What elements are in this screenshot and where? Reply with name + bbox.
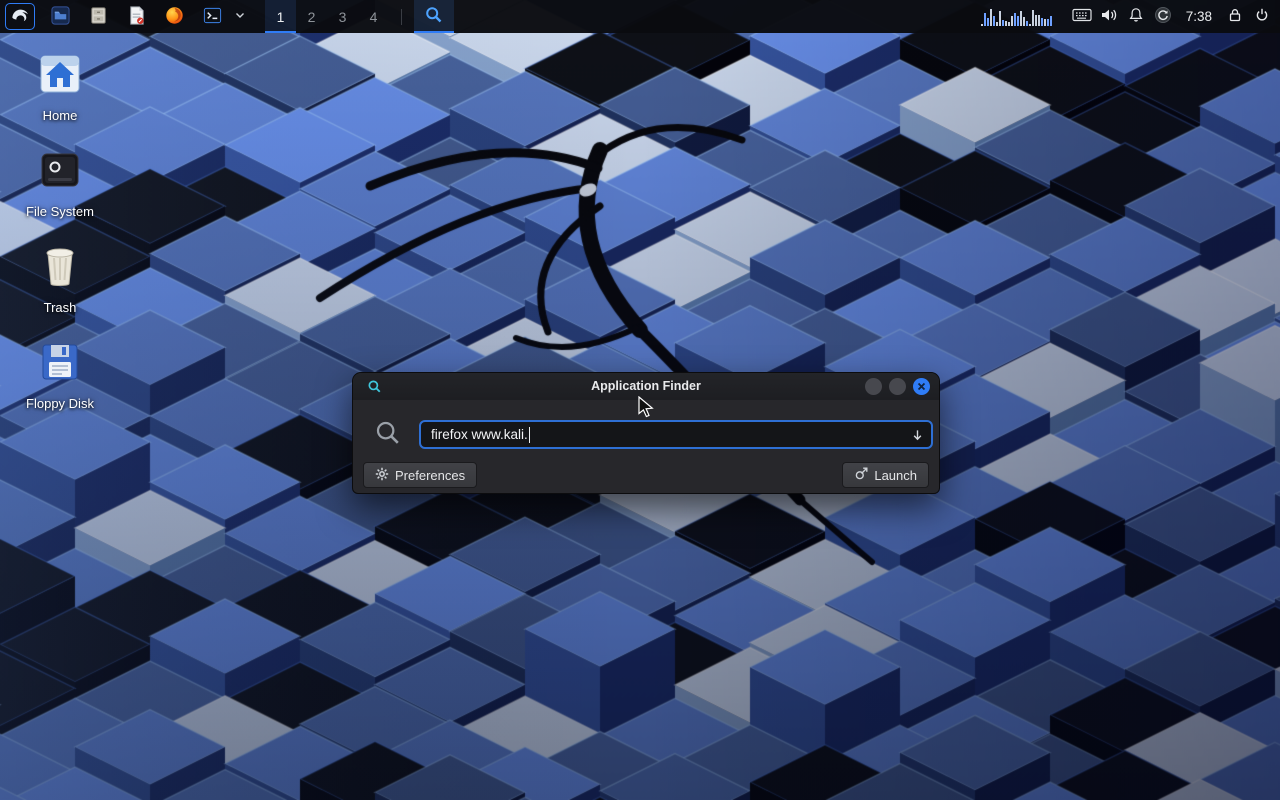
minimize-button[interactable] — [865, 378, 882, 395]
window-title: Application Finder — [353, 373, 939, 400]
desktop-icon-floppy-disk[interactable]: Floppy Disk — [12, 338, 108, 411]
gear-icon — [375, 467, 389, 484]
desktop-icon-label: Floppy Disk — [26, 396, 94, 411]
panel-separator — [401, 9, 402, 25]
keyboard-layout-button[interactable] — [1072, 0, 1092, 33]
task-button-application-finder[interactable] — [414, 0, 454, 33]
desktop-icon-trash[interactable]: Trash — [12, 242, 108, 315]
workspace-2-button[interactable]: 2 — [296, 0, 327, 33]
applications-menu-button[interactable] — [5, 3, 35, 30]
refresh-circle-icon — [1154, 6, 1172, 27]
document-icon — [126, 5, 147, 29]
workspace-1-button[interactable]: 1 — [265, 0, 296, 33]
panel-right: 7:38 — [981, 0, 1280, 33]
maximize-button[interactable] — [889, 378, 906, 395]
search-input[interactable]: firefox www.kali. — [419, 420, 933, 449]
floppy-disk-icon — [36, 338, 84, 391]
titlebar[interactable]: Application Finder — [353, 373, 939, 400]
preferences-label: Preferences — [395, 468, 465, 483]
terminal-dropdown-button[interactable] — [233, 0, 247, 33]
chevron-down-icon — [235, 4, 245, 29]
clock[interactable]: 7:38 — [1180, 9, 1218, 24]
terminal-icon — [202, 5, 223, 29]
hard-disk-icon — [36, 146, 84, 199]
firefox-launcher-button[interactable] — [157, 0, 191, 33]
panel-left: 1 2 3 4 — [0, 0, 454, 33]
desktop-icon-home[interactable]: Home — [12, 50, 108, 123]
lock-icon — [1227, 7, 1243, 26]
speaker-icon — [1100, 7, 1118, 26]
lock-screen-button[interactable] — [1225, 0, 1245, 33]
folder-icon — [50, 5, 71, 29]
desktop-icon-label: File System — [26, 204, 94, 219]
spectrum-graph — [981, 7, 1055, 26]
close-button[interactable] — [913, 378, 930, 395]
trash-can-icon — [36, 242, 84, 295]
magnifier-icon — [424, 5, 444, 28]
launch-button[interactable]: Launch — [842, 462, 929, 488]
search-icon — [374, 419, 402, 447]
workspace-switcher: 1 2 3 4 — [265, 0, 389, 33]
preferences-button[interactable]: Preferences — [363, 462, 477, 488]
launch-icon — [854, 467, 868, 484]
home-folder-icon — [36, 50, 84, 103]
desktop-icon-column: Home File System Trash Floppy Disk — [12, 50, 108, 411]
workspace-3-button[interactable]: 3 — [327, 0, 358, 33]
keyboard-icon — [1072, 8, 1092, 25]
file-cabinet-icon — [88, 5, 109, 29]
launch-label: Launch — [874, 468, 917, 483]
dialog-button-row: Preferences Launch — [363, 462, 929, 488]
power-icon — [1254, 7, 1270, 26]
volume-button[interactable] — [1099, 0, 1119, 33]
desktop-icon-label: Home — [43, 108, 78, 123]
workspace-4-button[interactable]: 4 — [358, 0, 389, 33]
kali-logo-icon — [10, 5, 30, 28]
updates-indicator-button[interactable] — [1153, 0, 1173, 33]
application-finder-window: Application Finder firefox www.kali. Pre… — [352, 372, 940, 494]
close-icon — [913, 383, 930, 398]
file-manager-launcher-button[interactable] — [81, 0, 115, 33]
desktop-icon-label: Trash — [44, 300, 77, 315]
bell-icon — [1128, 7, 1144, 26]
top-panel: 1 2 3 4 7:38 — [0, 0, 1280, 33]
terminal-launcher-button[interactable] — [195, 0, 229, 33]
firefox-icon — [164, 5, 185, 29]
search-input-text: firefox www.kali. — [431, 427, 528, 442]
text-editor-launcher-button[interactable] — [119, 0, 153, 33]
notifications-button[interactable] — [1126, 0, 1146, 33]
folder-launcher-button[interactable] — [43, 0, 77, 33]
logout-button[interactable] — [1252, 0, 1272, 33]
window-buttons — [865, 378, 930, 395]
history-dropdown-arrow[interactable] — [911, 428, 924, 443]
text-cursor — [529, 427, 530, 443]
desktop-icon-file-system[interactable]: File System — [12, 146, 108, 219]
